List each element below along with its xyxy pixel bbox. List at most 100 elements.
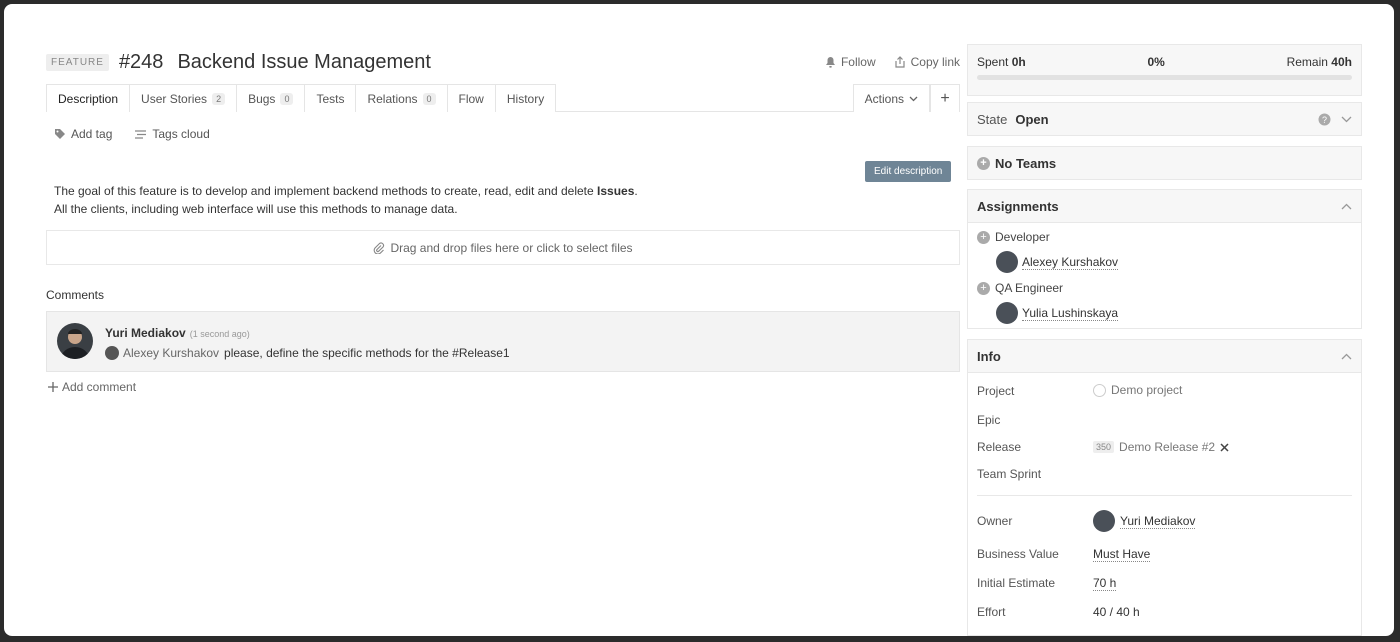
assignee[interactable]: Yulia Lushinskaya bbox=[996, 302, 1119, 324]
copy-link-button[interactable]: Copy link bbox=[894, 55, 960, 69]
tab-history[interactable]: History bbox=[495, 84, 557, 112]
plus-icon bbox=[48, 382, 58, 392]
tab-count: 0 bbox=[422, 92, 436, 105]
info-panel: Info Project Demo project Epic Release 3… bbox=[967, 339, 1362, 636]
chevron-up-icon[interactable] bbox=[1341, 203, 1352, 210]
entity-type-badge: FEATURE bbox=[46, 53, 109, 71]
tab-label: Flow bbox=[458, 91, 484, 106]
copy-link-label: Copy link bbox=[910, 55, 960, 69]
chevron-up-icon[interactable] bbox=[1341, 353, 1352, 360]
tab-description[interactable]: Description bbox=[46, 84, 131, 112]
time-progress-panel: Spent 0h 0% Remain 40h bbox=[967, 44, 1362, 96]
role-label: QA Engineer bbox=[995, 281, 1064, 295]
tab-tests[interactable]: Tests bbox=[305, 84, 357, 112]
assignee[interactable]: Alexey Kurshakov bbox=[996, 251, 1119, 273]
paperclip-icon bbox=[374, 241, 385, 254]
comment-item: Yuri Mediakov (1 second ago) Alexey Kursh… bbox=[46, 311, 960, 372]
avatar bbox=[1093, 510, 1115, 532]
title-row: FEATURE #248 Backend Issue Management Fo… bbox=[46, 48, 960, 76]
add-tag-label: Add tag bbox=[71, 127, 113, 141]
initial-estimate-value[interactable]: 70 h bbox=[1093, 576, 1117, 591]
tab-label: Bugs bbox=[248, 91, 276, 106]
team-sprint-value[interactable] bbox=[1093, 465, 1333, 481]
mention-avatar bbox=[105, 346, 119, 360]
page-title[interactable]: Backend Issue Management bbox=[177, 51, 431, 74]
dropzone-label: Drag and drop files here or click to sel… bbox=[390, 240, 633, 255]
avatar[interactable] bbox=[57, 323, 93, 359]
assignments-panel: Assignments + Developer Alexey Kurshakov… bbox=[967, 189, 1362, 329]
add-team-icon[interactable]: + bbox=[977, 156, 990, 170]
info-header[interactable]: Info bbox=[968, 340, 1361, 373]
release-id-badge: 350 bbox=[1093, 441, 1115, 453]
role-qa-engineer[interactable]: + QA Engineer bbox=[977, 281, 1063, 295]
tab-label: History bbox=[506, 91, 545, 106]
spent-time: Spent 0h bbox=[977, 55, 1026, 69]
assignments-header[interactable]: Assignments bbox=[968, 190, 1361, 223]
file-dropzone[interactable]: Drag and drop files here or click to sel… bbox=[46, 230, 960, 265]
svg-text:?: ? bbox=[1322, 115, 1327, 125]
teams-panel[interactable]: + No Teams bbox=[967, 146, 1362, 180]
chevron-down-icon[interactable] bbox=[1341, 116, 1352, 123]
edit-description-button[interactable]: Edit description bbox=[865, 161, 952, 182]
epic-value[interactable] bbox=[1093, 411, 1333, 427]
progress-percent: 0% bbox=[1147, 55, 1165, 69]
comment-author[interactable]: Yuri Mediakov (1 second ago) bbox=[105, 326, 250, 340]
help-icon[interactable]: ? bbox=[1318, 113, 1331, 126]
bell-icon bbox=[825, 57, 835, 68]
tab-bugs[interactable]: Bugs 0 bbox=[237, 84, 306, 112]
project-icon bbox=[1093, 383, 1106, 397]
tab-label: Tests bbox=[316, 91, 345, 106]
add-tag-button[interactable]: Add tag bbox=[54, 127, 112, 141]
actions-label: Actions bbox=[864, 91, 904, 106]
description-line-1: The goal of this feature is to develop a… bbox=[54, 184, 598, 198]
state-panel[interactable]: State Open ? bbox=[967, 102, 1362, 136]
tab-label: User Stories bbox=[141, 91, 208, 106]
close-icon[interactable] bbox=[1220, 442, 1229, 452]
release-value[interactable]: 350 Demo Release #2 bbox=[1093, 440, 1229, 454]
description-suffix: . bbox=[634, 184, 638, 198]
actions-dropdown[interactable]: Actions bbox=[852, 84, 930, 112]
divider bbox=[977, 495, 1352, 496]
tags-cloud-button[interactable]: Tags cloud bbox=[134, 127, 210, 141]
comments-heading: Comments bbox=[46, 288, 105, 302]
window: FEATURE #248 Backend Issue Management Fo… bbox=[4, 4, 1394, 636]
remain-value: 40h bbox=[1331, 55, 1352, 69]
project-value[interactable]: Demo project bbox=[1093, 383, 1182, 397]
add-comment-button[interactable]: Add comment bbox=[48, 380, 136, 394]
teams-label: No Teams bbox=[995, 155, 1057, 171]
state-label: State bbox=[977, 111, 1008, 127]
spent-label: Spent bbox=[977, 55, 1009, 69]
add-button[interactable]: + bbox=[930, 84, 960, 112]
release-name: Demo Release #2 bbox=[1119, 440, 1216, 454]
follow-button[interactable]: Follow bbox=[825, 55, 876, 69]
sidebar: Spent 0h 0% Remain 40h State Open ? + No… bbox=[967, 4, 1362, 636]
description-text[interactable]: The goal of this feature is to develop a… bbox=[54, 182, 638, 218]
epic-label: Epic bbox=[977, 413, 1001, 427]
owner-value[interactable]: Yuri Mediakov bbox=[1093, 510, 1196, 532]
team-sprint-label: Team Sprint bbox=[977, 467, 1042, 481]
tab-flow[interactable]: Flow bbox=[447, 84, 496, 112]
assignments-heading: Assignments bbox=[977, 198, 1059, 214]
owner-name: Yuri Mediakov bbox=[1120, 513, 1196, 529]
tab-user-stories[interactable]: User Stories 2 bbox=[130, 84, 238, 112]
chevron-down-icon bbox=[909, 96, 918, 101]
progress-bar bbox=[977, 75, 1352, 80]
comment-mention[interactable]: Alexey Kurshakov bbox=[123, 346, 219, 360]
remain-label: Remain bbox=[1286, 55, 1328, 69]
assignee-name: Alexey Kurshakov bbox=[1022, 254, 1119, 270]
add-comment-label: Add comment bbox=[62, 380, 137, 394]
tags-cloud-icon bbox=[135, 129, 147, 139]
tag-icon bbox=[55, 129, 65, 139]
tab-relations[interactable]: Relations 0 bbox=[356, 84, 448, 112]
business-value-value[interactable]: Must Have bbox=[1093, 547, 1151, 562]
description-bold: Issues bbox=[597, 184, 635, 198]
effort-value[interactable]: 40 / 40 h bbox=[1093, 605, 1140, 619]
release-label: Release bbox=[977, 440, 1022, 454]
business-value-label: Business Value bbox=[977, 547, 1059, 561]
role-developer[interactable]: + Developer bbox=[977, 230, 1050, 244]
comment-time: (1 second ago) bbox=[189, 329, 250, 339]
info-heading: Info bbox=[977, 348, 1001, 364]
add-assignee-icon[interactable]: + bbox=[977, 230, 990, 244]
business-value-text: Must Have bbox=[1093, 547, 1151, 562]
add-assignee-icon[interactable]: + bbox=[977, 281, 990, 295]
